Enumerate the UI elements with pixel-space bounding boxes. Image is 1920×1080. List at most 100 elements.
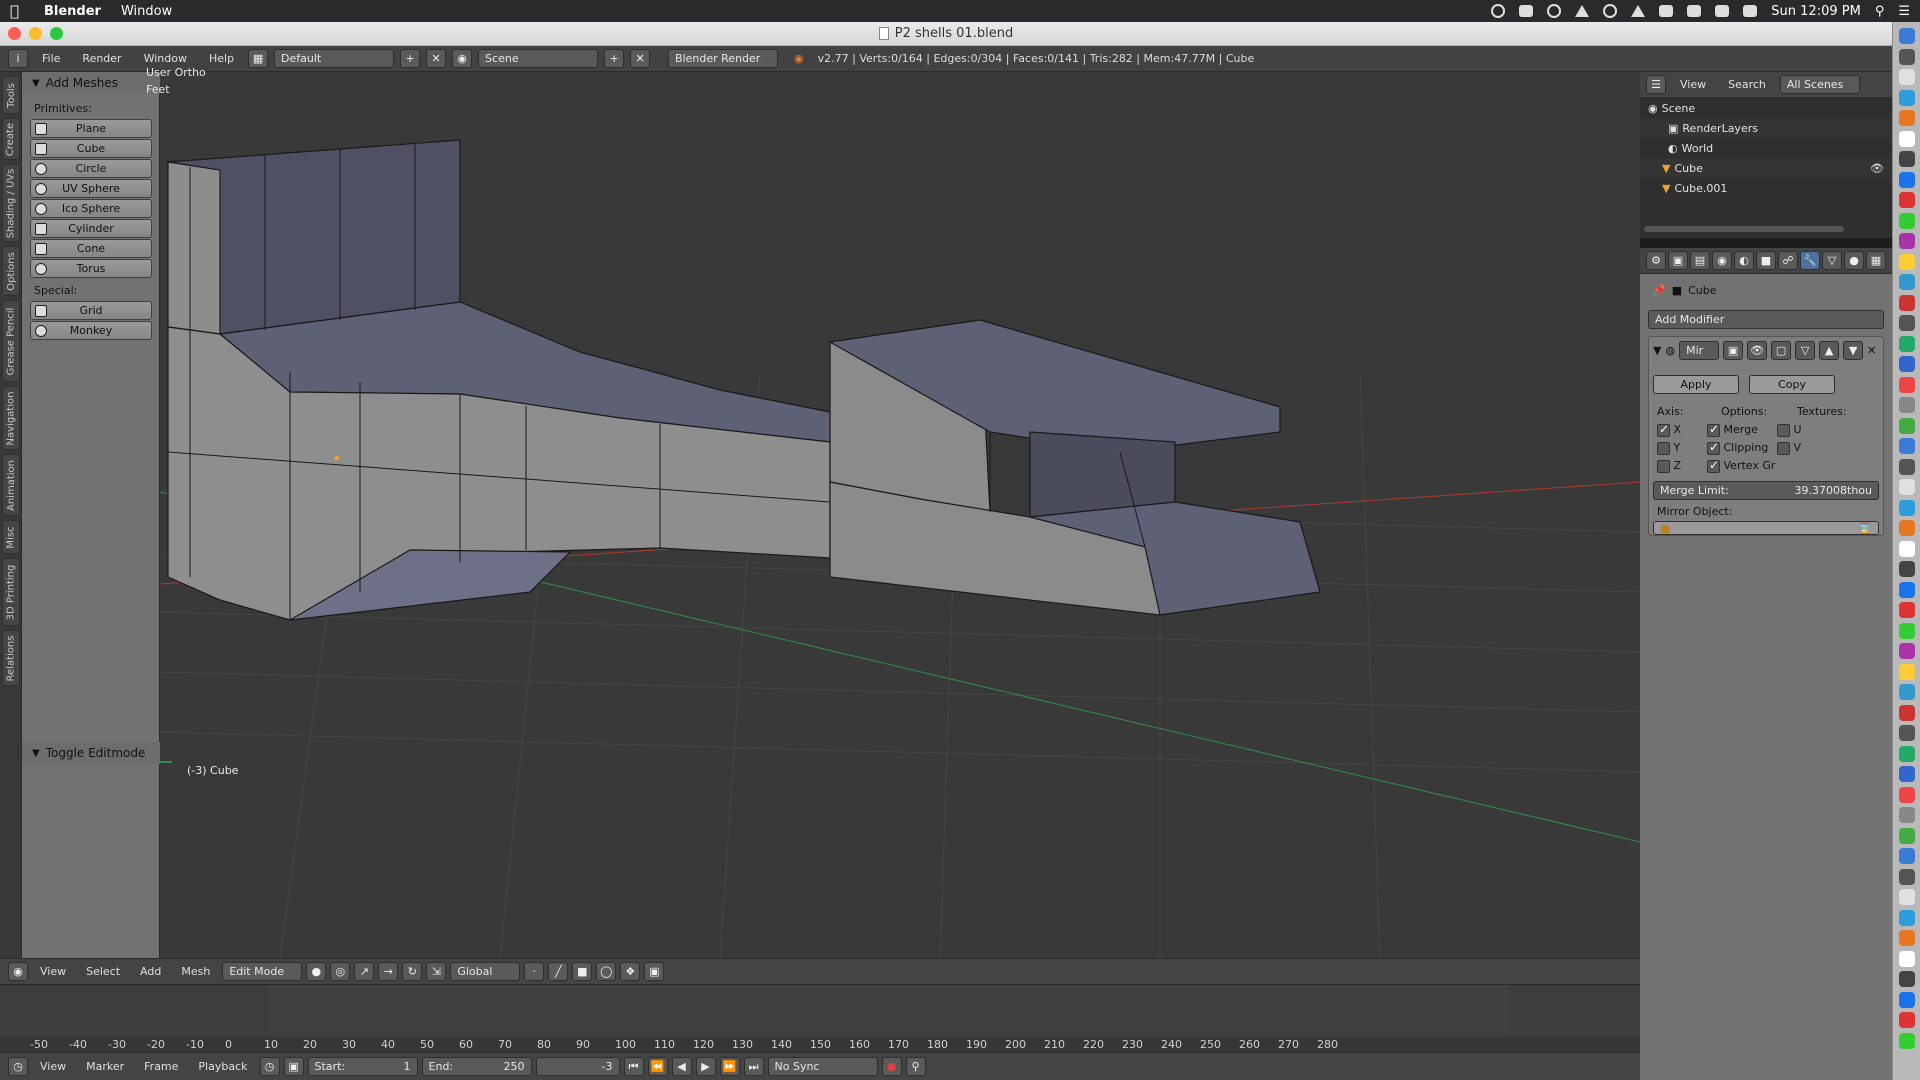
manipulator-icon[interactable]: ↗ xyxy=(354,962,375,981)
add-monkey-button[interactable]: Monkey xyxy=(30,321,152,340)
dock-app-icon[interactable] xyxy=(1899,130,1915,147)
screen-layout-field[interactable]: Default xyxy=(274,49,395,68)
outliner-row-scene[interactable]: ◉ Scene xyxy=(1640,98,1892,118)
dock-app-icon[interactable] xyxy=(1899,622,1915,639)
tab-misc[interactable]: Misc xyxy=(2,520,20,554)
search-icon[interactable]: ⚲ xyxy=(1875,4,1885,19)
dock-app-icon[interactable] xyxy=(1899,376,1915,393)
jump-start-icon[interactable]: ⏮ xyxy=(623,1057,644,1076)
add-cone-button[interactable]: Cone xyxy=(30,239,152,258)
mesh-object[interactable] xyxy=(167,139,1321,621)
dock-app-icon[interactable] xyxy=(1899,868,1915,885)
dock-app-icon[interactable] xyxy=(1899,848,1915,864)
edge-select-icon[interactable]: ╱ xyxy=(548,962,569,981)
clock[interactable]: Sun 12:09 PM xyxy=(1771,4,1861,19)
wifi-icon[interactable] xyxy=(1687,5,1702,17)
dock-app-icon[interactable] xyxy=(1899,48,1915,65)
dock-app-icon[interactable] xyxy=(1899,397,1915,413)
texture-u-checkbox[interactable]: U xyxy=(1777,423,1802,437)
outliner-row-world[interactable]: ◐ World xyxy=(1640,138,1892,158)
pivot-point-icon[interactable]: ◎ xyxy=(330,962,351,981)
dock-app-icon[interactable] xyxy=(1899,561,1915,577)
close-window-button[interactable] xyxy=(8,27,21,40)
add-torus-button[interactable]: Torus xyxy=(30,259,152,278)
record-icon[interactable]: ● xyxy=(881,1057,902,1076)
rotate-icon[interactable]: ↻ xyxy=(402,962,423,981)
dock-app-icon[interactable] xyxy=(1899,110,1915,126)
render-tab-icon[interactable]: ▣ xyxy=(1668,251,1688,270)
scene-field[interactable]: Scene xyxy=(478,49,599,68)
dock-app-icon[interactable] xyxy=(1899,602,1915,618)
tab-relations[interactable]: Relations xyxy=(2,630,20,686)
outliner-row-renderlayers[interactable]: ▣ RenderLayers xyxy=(1640,118,1892,138)
dock-app-icon[interactable] xyxy=(1899,192,1915,208)
display-icon[interactable] xyxy=(1715,5,1730,17)
dock-app-icon[interactable] xyxy=(1899,212,1915,229)
render-layers-tab-icon[interactable]: ▤ xyxy=(1690,251,1710,270)
add-cylinder-button[interactable]: Cylinder xyxy=(30,219,152,238)
cage-toggle-icon[interactable]: ▽ xyxy=(1795,341,1816,360)
world-tab-icon[interactable]: ◐ xyxy=(1734,251,1754,270)
menu-search[interactable]: Search xyxy=(1720,78,1774,91)
proportional-edit-icon[interactable]: ◯ xyxy=(596,962,617,981)
dock-app-icon[interactable] xyxy=(1899,827,1915,844)
dock-app-icon[interactable] xyxy=(1899,684,1915,700)
dock-app-icon[interactable] xyxy=(1899,356,1915,372)
dock-app-icon[interactable] xyxy=(1899,89,1915,106)
screen-layout-icon[interactable]: ▦ xyxy=(248,49,269,68)
transform-orientation-dropdown[interactable]: Global xyxy=(450,962,521,981)
eject-icon[interactable] xyxy=(1631,5,1646,17)
prev-keyframe-icon[interactable]: ⏪ xyxy=(647,1057,668,1076)
jump-end-icon[interactable]: ⏭ xyxy=(743,1057,764,1076)
dock-app-icon[interactable] xyxy=(1899,889,1915,905)
tab-options[interactable]: Options xyxy=(2,246,20,296)
minimize-window-button[interactable] xyxy=(29,27,42,40)
dock-app-icon[interactable] xyxy=(1899,417,1915,434)
viewport-canvas[interactable] xyxy=(160,72,1640,958)
object-tab-icon[interactable]: ■ xyxy=(1756,251,1776,270)
add-uv-sphere-button[interactable]: UV Sphere xyxy=(30,179,152,198)
move-up-icon[interactable]: ▲ xyxy=(1819,341,1840,360)
merge-limit-field[interactable]: Merge Limit: 39.37008thou xyxy=(1653,481,1879,500)
menu-render[interactable]: Render xyxy=(74,52,129,65)
dock-app-icon[interactable] xyxy=(1899,725,1915,741)
dock-app-icon[interactable] xyxy=(1899,253,1915,270)
snap-icon[interactable]: ❖ xyxy=(620,962,641,981)
add-grid-button[interactable]: Grid xyxy=(30,301,152,320)
merge-checkbox[interactable]: Merge xyxy=(1707,422,1758,437)
dock-app-icon[interactable] xyxy=(1899,663,1915,680)
menu-view[interactable]: View xyxy=(32,1060,74,1073)
menu-file[interactable]: File xyxy=(34,52,68,65)
add-meshes-panel-header[interactable]: ▼ Add Meshes xyxy=(22,72,160,94)
delete-scene-icon[interactable]: ✕ xyxy=(630,49,651,68)
copy-button[interactable]: Copy xyxy=(1749,375,1835,394)
play-reverse-icon[interactable]: ◀ xyxy=(671,1057,692,1076)
texture-v-checkbox[interactable]: V xyxy=(1777,441,1801,455)
translate-icon[interactable]: → xyxy=(378,962,399,981)
dock-app-icon[interactable] xyxy=(1899,335,1915,352)
current-frame-field[interactable]: -3 xyxy=(535,1057,620,1076)
dock-app-icon[interactable] xyxy=(1899,171,1915,188)
dock-app-icon[interactable] xyxy=(1899,28,1915,44)
add-screen-icon[interactable]: + xyxy=(400,49,421,68)
toggle-editmode-panel-header[interactable]: ▼ Toggle Editmode xyxy=(22,742,160,764)
dock-app-icon[interactable] xyxy=(1899,971,1915,987)
preview-range-icon[interactable]: ◷ xyxy=(259,1057,280,1076)
editor-type-3d-icon[interactable]: ◉ xyxy=(8,962,28,981)
render-toggle-icon[interactable]: ▣ xyxy=(1723,341,1744,360)
add-scene-icon[interactable]: + xyxy=(604,49,625,68)
menu-help[interactable]: Help xyxy=(201,52,242,65)
render-engine-dropdown[interactable]: Blender Render xyxy=(668,49,779,68)
dock-app-icon[interactable] xyxy=(1899,233,1915,249)
dock-app-icon[interactable] xyxy=(1899,315,1915,331)
dock-app-icon[interactable] xyxy=(1899,745,1915,762)
apple-icon[interactable]:  xyxy=(10,2,26,20)
tab-3d-printing[interactable]: 3D Printing xyxy=(2,558,20,626)
pin-icon[interactable]: 📌 xyxy=(1652,284,1666,297)
lock-icon[interactable]: ▣ xyxy=(283,1057,304,1076)
eyedropper-icon[interactable]: ⌛ xyxy=(1858,522,1872,535)
menu-frame[interactable]: Frame xyxy=(136,1060,186,1073)
sync-mode-dropdown[interactable]: No Sync xyxy=(767,1057,878,1076)
play-icon[interactable]: ▶ xyxy=(695,1057,716,1076)
data-tab-icon[interactable]: ▽ xyxy=(1822,251,1842,270)
